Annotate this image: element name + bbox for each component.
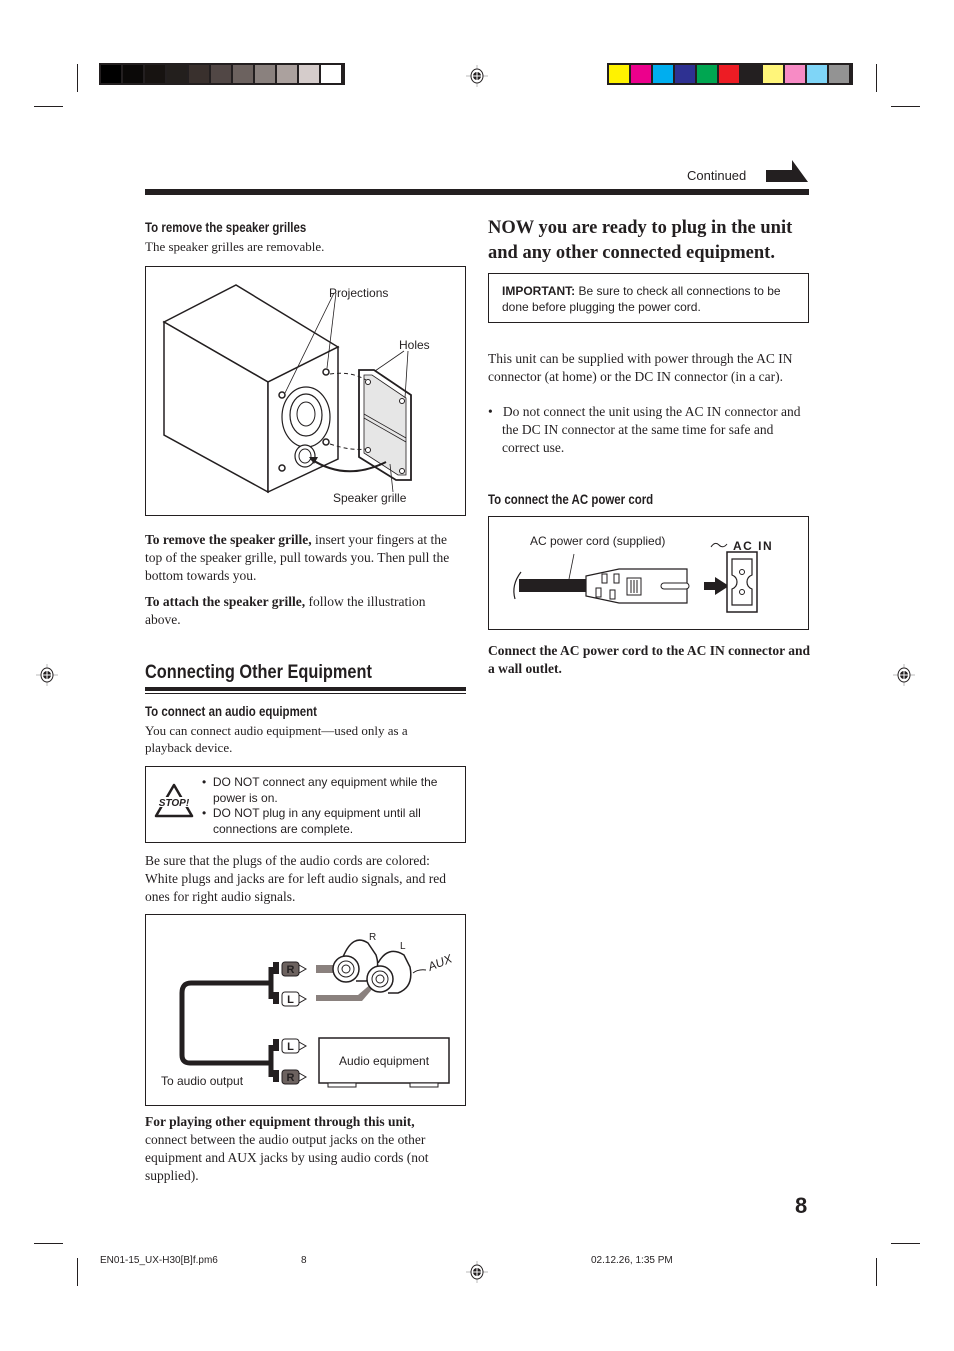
speaker-illustration: Projections Holes Speaker grille — [162, 284, 430, 505]
color-swatch — [807, 65, 827, 83]
warning-list: • DO NOT connect any equipment while the… — [202, 775, 457, 837]
color-swatch — [101, 65, 121, 83]
registration-mark-icon — [466, 65, 488, 87]
playing-text: connect between the audio output jacks o… — [145, 1132, 429, 1183]
plug-l-top: L — [273, 991, 308, 1007]
stop-warning-box: STOP! • DO NOT connect any equipment whi… — [145, 766, 466, 843]
remove-grille-bold: To remove the speaker grille, — [145, 532, 312, 547]
plug-r-top: R — [273, 961, 308, 977]
continued-label: Continued — [687, 168, 747, 183]
audio-heading: To connect an audio equipment — [145, 703, 317, 719]
ac-instruction: Connect the AC power cord to the AC IN c… — [488, 643, 810, 676]
color-swatch — [763, 65, 783, 83]
audio-connection-illustration: R L R L AUX L R Audio equipment To audio… — [161, 932, 455, 1088]
color-swatch — [675, 65, 695, 83]
jack-r-label: R — [369, 932, 376, 943]
crop-mark — [34, 106, 63, 107]
plug-r-bottom: R — [273, 1069, 308, 1085]
aux-label: AUX — [425, 951, 455, 974]
color-swatch — [697, 65, 717, 83]
plug-l-bottom: L — [273, 1038, 308, 1054]
ac-in-label: AC IN — [733, 539, 773, 553]
crop-mark — [876, 64, 877, 92]
stop-label: STOP! — [159, 798, 190, 809]
header-rule — [145, 189, 809, 195]
crop-mark — [891, 1243, 920, 1244]
color-swatch — [189, 65, 209, 83]
speaker-grille-figure: Projections Holes Speaker grille — [145, 266, 466, 516]
power-supply-text: This unit can be supplied with power thr… — [488, 351, 793, 384]
speaker-grille-label: Speaker grille — [333, 491, 407, 505]
color-swatch — [233, 65, 253, 83]
crop-mark — [34, 1243, 63, 1244]
ready-title: NOW you are ready to plug in the unit an… — [488, 218, 793, 263]
grayscale-color-bar — [99, 63, 345, 85]
color-swatch — [609, 65, 629, 83]
svg-text:R: R — [287, 1072, 295, 1084]
important-bold: IMPORTANT: — [502, 284, 576, 298]
color-swatch — [653, 65, 673, 83]
color-swatch — [211, 65, 231, 83]
projections-label: Projections — [329, 286, 388, 300]
color-swatch — [631, 65, 651, 83]
svg-text:R: R — [287, 964, 295, 976]
ac-cord-illustration: AC power cord (supplied) AC IN — [513, 534, 773, 613]
crop-mark — [876, 1258, 877, 1286]
color-swatch — [123, 65, 143, 83]
section-rule-thin — [145, 693, 466, 694]
attach-grille-instructions: To attach the speaker grille, follow the… — [145, 593, 455, 629]
holes-label: Holes — [399, 338, 430, 352]
playing-bold: For playing other equipment through this… — [145, 1114, 415, 1129]
section-rule-thick — [145, 687, 466, 691]
important-box: IMPORTANT: Be sure to check all connecti… — [488, 273, 809, 323]
color-swatch — [145, 65, 165, 83]
color-swatch — [741, 65, 761, 83]
color-swatch — [785, 65, 805, 83]
registration-mark-icon — [36, 664, 58, 686]
crop-mark — [77, 1258, 78, 1286]
speaker-grilles-heading: To remove the speaker grilles — [145, 219, 307, 235]
color-swatch — [167, 65, 187, 83]
warning-item: • DO NOT plug in any equipment until all… — [202, 806, 421, 836]
audio-connection-figure: R L R L AUX L R Audio equipment To audio… — [145, 914, 466, 1106]
warning-item: • DO NOT connect any equipment while the… — [202, 775, 438, 805]
process-color-bar — [607, 63, 853, 85]
crop-mark — [891, 106, 920, 107]
speaker-grilles-intro: The speaker grilles are removable. — [145, 239, 325, 254]
color-swatch — [277, 65, 297, 83]
footer-filename: EN01-15_UX-H30[B]f.pm6 — [100, 1255, 218, 1266]
playing-instructions: For playing other equipment through this… — [145, 1113, 457, 1185]
plug-color-note: Be sure that the plugs of the audio cord… — [145, 853, 447, 904]
audio-intro: You can connect audio equipment—used onl… — [145, 723, 408, 755]
registration-mark-icon — [893, 664, 915, 686]
footer-timestamp: 02.12.26, 1:35 PM — [591, 1255, 673, 1266]
color-swatch — [255, 65, 275, 83]
color-swatch — [719, 65, 739, 83]
color-swatch — [829, 65, 849, 83]
remove-grille-instructions: To remove the speaker grille, insert you… — [145, 531, 455, 585]
ac-cord-label: AC power cord (supplied) — [530, 534, 665, 548]
power-supply-bullet: • Do not connect the unit using the AC I… — [488, 404, 801, 455]
color-swatch — [321, 65, 341, 83]
footer-page: 8 — [301, 1255, 307, 1266]
ac-cord-heading: To connect the AC power cord — [488, 491, 654, 507]
svg-text:L: L — [287, 994, 294, 1006]
to-audio-output-label: To audio output — [161, 1074, 244, 1088]
audio-equipment-label: Audio equipment — [339, 1054, 430, 1068]
stop-warning-icon: STOP! — [154, 783, 194, 818]
attach-grille-bold: To attach the speaker grille, — [145, 594, 306, 609]
continued-arrow-icon — [766, 160, 808, 182]
registration-mark-icon — [466, 1261, 488, 1283]
svg-text:L: L — [287, 1041, 294, 1053]
color-swatch — [299, 65, 319, 83]
jack-l-label: L — [400, 941, 406, 952]
crop-mark — [77, 64, 78, 92]
section-title: Connecting Other Equipment — [145, 662, 372, 683]
ac-cord-figure: AC power cord (supplied) AC IN — [488, 516, 809, 630]
page-number: 8 — [795, 1193, 808, 1218]
